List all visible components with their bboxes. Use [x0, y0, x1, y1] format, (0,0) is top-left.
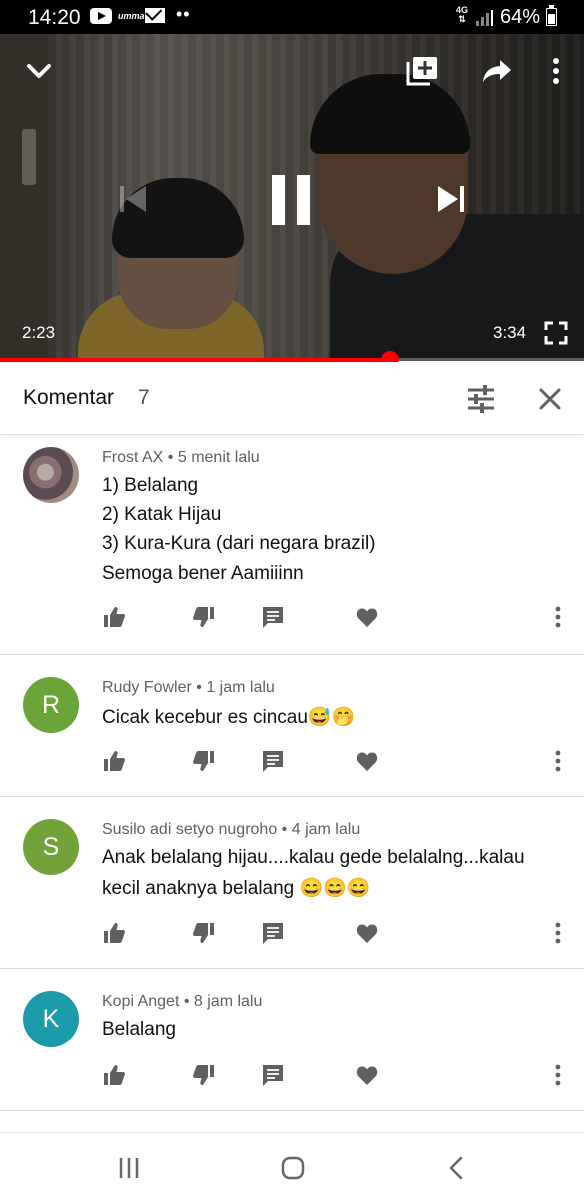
- comment-item: S Susilo adi setyo nugroho • 4 jam lalu …: [0, 797, 584, 969]
- battery-percent: 64%: [500, 6, 541, 28]
- total-duration: 3:34: [493, 323, 527, 342]
- status-time: 14:20: [28, 6, 81, 29]
- comment-text-line: 1) Belalang: [102, 475, 199, 496]
- skip-next-icon[interactable]: [434, 182, 468, 216]
- fullscreen-icon[interactable]: [544, 321, 568, 345]
- video-player[interactable]: 2:23 3:34: [0, 34, 584, 361]
- comments-title: Komentar: [23, 386, 115, 409]
- more-vert-icon[interactable]: [548, 921, 568, 945]
- dislike-icon[interactable]: [192, 605, 216, 629]
- more-vert-icon[interactable]: [548, 605, 568, 629]
- youtube-notification-icon: [90, 8, 112, 24]
- more-vert-icon[interactable]: [546, 56, 566, 86]
- comment-text-line: Belalang: [102, 1019, 176, 1040]
- current-time: 2:23: [22, 323, 56, 342]
- like-icon[interactable]: [102, 921, 126, 945]
- avatar[interactable]: [23, 447, 79, 503]
- comment-author[interactable]: Frost AX: [102, 449, 163, 466]
- more-vert-icon[interactable]: [548, 749, 568, 773]
- comments-count: 7: [138, 386, 150, 409]
- dislike-icon[interactable]: [192, 1063, 216, 1087]
- network-type-label: 4G ⇅: [456, 5, 469, 24]
- like-icon[interactable]: [102, 749, 126, 773]
- comment-meta: Frost AX • 5 menit lalu: [102, 449, 260, 466]
- avatar[interactable]: K: [23, 991, 79, 1047]
- comment-meta: Kopi Anget • 8 jam lalu: [102, 993, 263, 1010]
- comment-meta: Susilo adi setyo nugroho • 4 jam lalu: [102, 821, 361, 838]
- comment-text-line: 3) Kura-Kura (dari negara brazil): [102, 533, 376, 554]
- like-icon[interactable]: [102, 605, 126, 629]
- comment-time: 8 jam lalu: [193, 993, 263, 1010]
- comment-text-line: Semoga bener Aamiiinn: [102, 563, 304, 584]
- system-navigation-bar: [0, 1132, 584, 1200]
- heart-icon[interactable]: [355, 921, 379, 945]
- comment-author[interactable]: Rudy Fowler: [102, 679, 192, 696]
- chevron-down-icon[interactable]: [26, 58, 52, 84]
- more-vert-icon[interactable]: [548, 1063, 568, 1087]
- mail-notification-icon: [145, 8, 165, 23]
- skip-previous-icon[interactable]: [116, 182, 150, 216]
- comment-time: 1 jam lalu: [206, 679, 275, 696]
- comment-time: 4 jam lalu: [291, 821, 361, 838]
- comment-author[interactable]: Susilo adi setyo nugroho: [102, 821, 277, 838]
- sort-filter-icon[interactable]: [466, 384, 496, 414]
- comment-time: 5 menit lalu: [177, 449, 260, 466]
- like-icon[interactable]: [102, 1063, 126, 1087]
- comment-item: R Rudy Fowler • 1 jam lalu Cicak kecebur…: [0, 655, 584, 797]
- network-type-text: 4G: [456, 5, 469, 15]
- comment-text-line: kecil anaknya belalang 😄😄😄: [102, 878, 371, 899]
- comments-header: Komentar 7: [0, 362, 584, 435]
- home-icon[interactable]: [280, 1155, 306, 1181]
- avatar[interactable]: S: [23, 819, 79, 875]
- reply-icon[interactable]: [261, 749, 285, 773]
- reply-icon[interactable]: [261, 1063, 285, 1087]
- comment-actions: [0, 1063, 584, 1093]
- comment-item: Frost AX • 5 menit lalu 1) Belalang 2) K…: [0, 435, 584, 655]
- more-notifications-icon: ••: [176, 4, 191, 24]
- battery-icon: [546, 5, 557, 26]
- comment-text-line: Cicak kecebur es cincau😅🤭: [102, 707, 356, 728]
- heart-icon[interactable]: [355, 605, 379, 629]
- close-icon[interactable]: [536, 385, 564, 413]
- signal-icon: [476, 10, 496, 26]
- add-to-playlist-icon[interactable]: [406, 56, 438, 86]
- dislike-icon[interactable]: [192, 749, 216, 773]
- share-icon[interactable]: [482, 58, 512, 84]
- status-bar: 14:20 umma •• 4G ⇅ 64%: [0, 0, 584, 34]
- comment-item: K Kopi Anget • 8 jam lalu Belalang: [0, 969, 584, 1111]
- recent-apps-icon[interactable]: [116, 1155, 142, 1181]
- comment-author[interactable]: Kopi Anget: [102, 993, 179, 1010]
- heart-icon[interactable]: [355, 1063, 379, 1087]
- pause-icon[interactable]: [268, 172, 314, 228]
- comment-text-line: Anak belalang hijau....kalau gede belala…: [102, 847, 525, 868]
- umma-notification-label: umma: [118, 11, 145, 21]
- heart-icon[interactable]: [355, 749, 379, 773]
- comment-meta: Rudy Fowler • 1 jam lalu: [102, 679, 275, 696]
- reply-icon[interactable]: [261, 921, 285, 945]
- comment-actions: [0, 921, 584, 951]
- reply-icon[interactable]: [261, 605, 285, 629]
- avatar[interactable]: R: [23, 677, 79, 733]
- back-icon[interactable]: [444, 1155, 470, 1181]
- comment-actions: [0, 605, 584, 635]
- comment-text-line: 2) Katak Hijau: [102, 504, 222, 525]
- dislike-icon[interactable]: [192, 921, 216, 945]
- comment-actions: [0, 749, 584, 779]
